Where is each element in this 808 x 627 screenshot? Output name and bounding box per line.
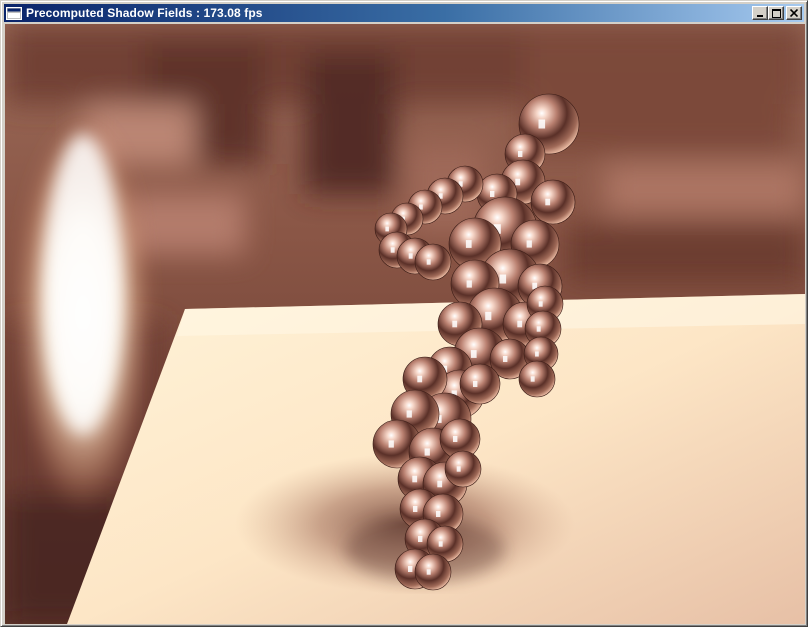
sphere-reflection-highlight	[473, 381, 478, 387]
title-bar[interactable]: Precomputed Shadow Fields : 173.08 fps	[4, 4, 804, 22]
window-controls	[752, 6, 802, 20]
minimize-button[interactable]	[752, 6, 768, 20]
sphere-reflection-highlight	[466, 280, 472, 288]
sphere-reflection-highlight	[413, 506, 418, 512]
sphere-reflection-highlight	[503, 356, 508, 362]
maximize-button[interactable]	[768, 6, 784, 20]
sphere-reflection-highlight	[538, 301, 543, 307]
app-window: Precomputed Shadow Fields : 173.08 fps	[0, 0, 808, 627]
sphere-reflection-highlight	[538, 119, 546, 129]
minimize-icon	[757, 15, 763, 17]
sphere-reflection-highlight	[385, 226, 389, 232]
sphere-reflection-highlight	[408, 253, 413, 259]
reflective-sphere	[414, 553, 452, 591]
reflective-sphere	[414, 243, 452, 281]
sphere-reflection-highlight	[412, 475, 418, 483]
sphere-reflection-highlight	[515, 178, 521, 186]
sphere-reflection-highlight	[485, 311, 492, 321]
sphere-reflection-highlight	[456, 466, 461, 472]
sphere-reflection-highlight	[417, 375, 423, 383]
sphere-reflection-highlight	[518, 151, 523, 157]
sphere-reflection-highlight	[545, 198, 551, 206]
close-icon	[790, 9, 798, 17]
reflective-sphere	[530, 179, 576, 225]
sphere-reflection-highlight	[426, 569, 431, 575]
sphere-reflection-highlight	[535, 351, 539, 357]
reflective-sphere	[518, 360, 556, 398]
sphere-reflection-highlight	[438, 541, 443, 547]
sphere-reflection-highlight	[453, 436, 458, 442]
sphere-reflection-highlight	[530, 376, 535, 382]
sphere-reflection-highlight	[436, 511, 441, 517]
render-viewport[interactable]	[5, 24, 805, 624]
sphere-reflection-highlight	[406, 410, 412, 418]
sphere-reflection-highlight	[388, 440, 394, 448]
scene-canvas	[5, 24, 805, 624]
sphere-reflection-highlight	[424, 448, 430, 456]
sphere-reflection-highlight	[426, 259, 431, 265]
sphere-reflection-highlight	[490, 191, 495, 197]
sphere-reflection-highlight	[470, 350, 477, 358]
application-window-icon[interactable]	[6, 6, 22, 20]
sphere-reflection-highlight	[418, 536, 423, 542]
sphere-reflection-highlight	[499, 274, 507, 284]
maximize-icon	[771, 8, 781, 18]
sphere-reflection-highlight	[517, 320, 523, 328]
sphere-reflection-highlight	[437, 480, 443, 488]
window-title: Precomputed Shadow Fields : 173.08 fps	[26, 6, 263, 20]
close-button[interactable]	[786, 6, 802, 20]
sphere-reflection-highlight	[452, 320, 458, 328]
reflective-sphere	[459, 363, 501, 405]
sphere-reflection-highlight	[526, 240, 532, 248]
sphere-reflection-highlight	[390, 247, 395, 253]
reflective-sphere	[444, 450, 482, 488]
sphere-reflection-highlight	[536, 326, 541, 332]
sphere-reflection-highlight	[465, 240, 472, 248]
sphere-reflection-highlight	[408, 566, 413, 572]
